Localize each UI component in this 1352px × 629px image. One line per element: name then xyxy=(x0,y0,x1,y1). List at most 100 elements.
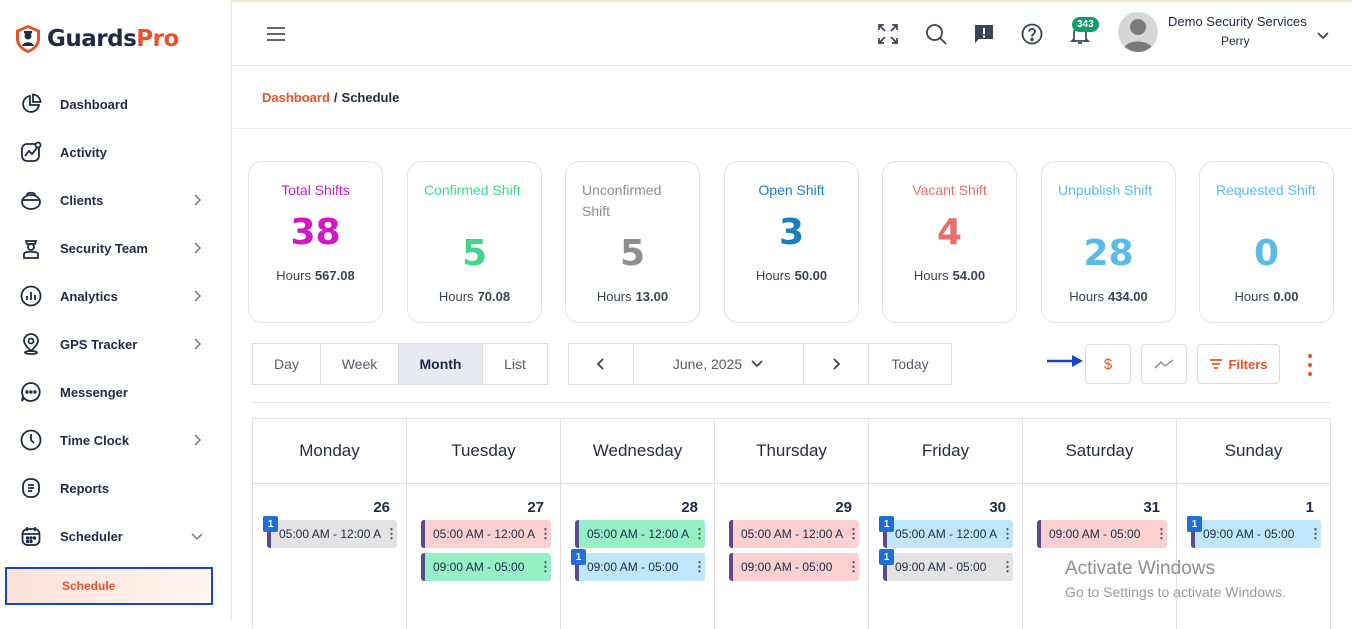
menu-toggle-button[interactable] xyxy=(266,26,286,47)
view-month-button[interactable]: Month xyxy=(399,344,483,384)
logo-text: GuardsPro xyxy=(47,26,179,52)
event-menu-icon[interactable]: ⋮ xyxy=(385,526,397,542)
day-number[interactable]: 28 xyxy=(681,499,698,516)
sidebar-item-reports[interactable]: Reports xyxy=(18,472,208,504)
sidebar-item-label: Reports xyxy=(60,480,110,496)
sidebar-item-label: GPS Tracker xyxy=(60,336,138,352)
avatar[interactable] xyxy=(1118,12,1158,52)
sidebar-item-time-clock[interactable]: Time Clock xyxy=(18,424,208,456)
help-button[interactable] xyxy=(1020,22,1044,46)
sidebar-item-analytics[interactable]: Analytics xyxy=(18,280,208,312)
shift-event[interactable]: 09:00 AM - 05:00 ⋮ xyxy=(1037,520,1167,548)
stat-card-open-shift[interactable]: Open Shift 3 Hours 50.00 xyxy=(724,161,859,323)
event-menu-icon[interactable]: ⋮ xyxy=(693,559,705,575)
sidebar-item-label: Clients xyxy=(60,192,104,208)
sidebar-item-scheduler[interactable]: Scheduler xyxy=(18,520,208,552)
sidebar-item-clients[interactable]: Clients xyxy=(18,184,208,216)
chevron-left-icon xyxy=(596,358,604,370)
shift-event[interactable]: 09:00 AM - 05:00 ⋮ xyxy=(575,553,705,581)
shift-event[interactable]: 05:00 AM - 12:00 A ⋮ xyxy=(267,520,397,548)
next-period-button[interactable] xyxy=(804,344,869,384)
stat-card-requested-shift[interactable]: Requested Shift 0 Hours 0.00 xyxy=(1199,161,1334,323)
event-menu-icon[interactable]: ⋮ xyxy=(1155,526,1167,542)
event-menu-icon[interactable]: ⋮ xyxy=(539,526,551,542)
day-number[interactable]: 31 xyxy=(1143,499,1160,516)
top-header: 343 Demo Security Services Perry xyxy=(233,0,1352,66)
event-count-badge: 1 xyxy=(879,549,894,565)
event-count-badge: 1 xyxy=(1187,516,1202,532)
sidebar-item-label: Dashboard xyxy=(60,96,128,112)
cost-toggle-button[interactable]: $ xyxy=(1085,344,1131,384)
event-menu-icon[interactable]: ⋮ xyxy=(539,559,551,575)
period-selector[interactable]: June, 2025 xyxy=(634,344,804,384)
event-menu-icon[interactable]: ⋮ xyxy=(847,526,859,542)
day-number[interactable]: 30 xyxy=(989,499,1006,516)
day-number[interactable]: 29 xyxy=(835,499,852,516)
activation-watermark-subtitle: Go to Settings to activate Windows. xyxy=(1065,584,1286,600)
shift-event[interactable]: 09:00 AM - 05:00 ⋮ xyxy=(1191,520,1321,548)
event-menu-icon[interactable]: ⋮ xyxy=(1001,559,1013,575)
stat-value: 3 xyxy=(778,212,805,253)
search-button[interactable] xyxy=(924,22,948,46)
logo[interactable]: GuardsPro xyxy=(14,24,179,54)
shift-event[interactable]: 05:00 AM - 12:00 A ⋮ xyxy=(883,520,1013,548)
sidebar-item-label: Security Team xyxy=(60,240,148,256)
chevron-down-icon xyxy=(751,360,763,368)
shift-event[interactable]: 05:00 AM - 12:00 A ⋮ xyxy=(729,520,859,548)
day-number[interactable]: 1 xyxy=(1306,499,1314,516)
view-list-button[interactable]: List xyxy=(483,344,547,384)
day-number[interactable]: 26 xyxy=(373,499,390,516)
view-week-button[interactable]: Week xyxy=(321,344,399,384)
shift-event[interactable]: 09:00 AM - 05:00 ⋮ xyxy=(729,553,859,581)
trend-toggle-button[interactable] xyxy=(1141,344,1187,384)
view-day-button[interactable]: Day xyxy=(253,344,321,384)
sidebar-item-activity[interactable]: Activity xyxy=(18,136,208,168)
calendar-day-column: Thursday 29 05:00 AM - 12:00 A ⋮ 09:00 AM… xyxy=(715,419,869,629)
user-name: Perry xyxy=(1221,34,1250,48)
breadcrumb-current: Schedule xyxy=(341,90,400,105)
more-options-button[interactable] xyxy=(1303,352,1317,378)
feedback-button[interactable] xyxy=(972,22,996,46)
sidebar-subitem-schedule[interactable]: Schedule xyxy=(5,567,213,605)
event-menu-icon[interactable]: ⋮ xyxy=(693,526,705,542)
shift-event[interactable]: 05:00 AM - 12:00 A ⋮ xyxy=(575,520,705,548)
user-menu-toggle[interactable] xyxy=(1316,28,1330,46)
view-switcher: Day Week Month List xyxy=(252,343,548,385)
filters-button[interactable]: Filters xyxy=(1197,344,1280,384)
day-header: Wednesday xyxy=(561,419,714,484)
event-menu-icon[interactable]: ⋮ xyxy=(1309,526,1321,542)
stat-card-vacant-shift[interactable]: Vacant Shift 4 Hours 54.00 xyxy=(882,161,1017,323)
sidebar-item-security-team[interactable]: Security Team xyxy=(18,232,208,264)
sidebar-item-messenger[interactable]: Messenger xyxy=(18,376,208,408)
breadcrumb-dashboard-link[interactable]: Dashboard xyxy=(262,90,330,105)
stat-card-unconfirmed-shift[interactable]: Unconfirmed Shift 5 Hours 13.00 xyxy=(565,161,700,323)
today-button[interactable]: Today xyxy=(869,344,951,384)
sidebar-item-gps-tracker[interactable]: GPS Tracker xyxy=(18,328,208,360)
stat-title: Requested Shift xyxy=(1216,182,1316,198)
calendar-day-column: Wednesday 28 05:00 AM - 12:00 A ⋮ 09:00 A… xyxy=(561,419,715,629)
stat-card-total-shifts[interactable]: Total Shifts 38 Hours 567.08 xyxy=(248,161,383,323)
calendar-icon xyxy=(18,523,44,549)
sidebar-item-dashboard[interactable]: Dashboard xyxy=(18,88,208,120)
event-menu-icon[interactable]: ⋮ xyxy=(847,559,859,575)
sidebar-item-label: Messenger xyxy=(60,384,128,400)
stat-hours: Hours 13.00 xyxy=(596,289,669,304)
event-menu-icon[interactable]: ⋮ xyxy=(1001,526,1013,542)
chevron-right-icon xyxy=(194,434,202,446)
chevron-down-icon xyxy=(191,533,203,541)
stat-value: 38 xyxy=(290,212,341,253)
shift-event[interactable]: 09:00 AM - 05:00 ⋮ xyxy=(883,553,1013,581)
fullscreen-icon xyxy=(878,24,898,44)
stat-card-unpublish-shift[interactable]: Unpublish Shift 28 Hours 434.00 xyxy=(1041,161,1176,323)
chevron-right-icon xyxy=(194,290,202,302)
guard-icon xyxy=(18,235,44,261)
prev-period-button[interactable] xyxy=(569,344,634,384)
day-number[interactable]: 27 xyxy=(527,499,544,516)
help-icon xyxy=(1021,23,1043,45)
stat-card-confirmed-shift[interactable]: Confirmed Shift 5 Hours 70.08 xyxy=(407,161,542,323)
fullscreen-button[interactable] xyxy=(876,22,900,46)
stat-value: 5 xyxy=(619,233,646,274)
report-icon xyxy=(18,475,44,501)
shift-event[interactable]: 09:00 AM - 05:00 ⋮ xyxy=(421,553,551,581)
shift-event[interactable]: 05:00 AM - 12:00 A ⋮ xyxy=(421,520,551,548)
